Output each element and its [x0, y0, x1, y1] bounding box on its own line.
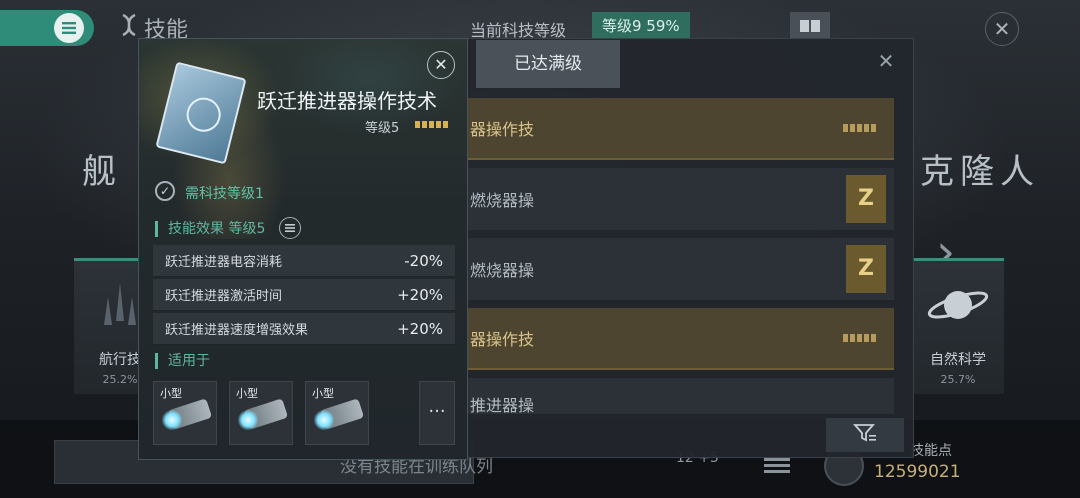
thruster-glow — [238, 410, 258, 430]
effect-label: 跃迁推进器速度增强效果 — [165, 323, 309, 338]
list-item-label: 燃烧器操 — [470, 191, 535, 210]
skill-points-value: 12599021 — [874, 462, 961, 482]
level-bars — [843, 124, 876, 132]
ship-slot[interactable]: 小型 — [153, 381, 217, 445]
effect-label: 跃迁推进器激活时间 — [165, 289, 283, 304]
menu-icon — [54, 13, 84, 43]
list-icon[interactable] — [764, 456, 790, 478]
ship-slot[interactable]: 小型 — [305, 381, 369, 445]
filter-button[interactable] — [826, 418, 904, 452]
skill-points-label: 技能点 — [910, 443, 952, 459]
skill-book-icon: Z — [846, 245, 886, 293]
category-card-science[interactable]: 自然科学 25.7% — [912, 258, 1004, 394]
skill-book-icon: Z — [846, 175, 886, 223]
effect-value: +20% — [397, 319, 443, 338]
category-card-progress: 25.7% — [940, 373, 976, 386]
thruster-glow — [314, 410, 334, 430]
close-icon[interactable]: ✕ — [427, 51, 455, 79]
effects-section-title: 技能效果 等级5 — [155, 221, 265, 237]
requirement-text: 需科技等级1 — [185, 186, 264, 202]
ship-slot[interactable]: 小型 — [229, 381, 293, 445]
list-item[interactable]: 燃烧器操 Z — [466, 168, 894, 230]
check-icon: ✓ — [155, 181, 175, 201]
effect-label: 跃迁推进器电容消耗 — [165, 255, 283, 270]
close-icon[interactable]: ✕ — [985, 12, 1019, 46]
menu-button[interactable] — [0, 10, 94, 46]
list-item[interactable]: 燃烧器操 Z — [466, 238, 894, 300]
list-detail-icon[interactable] — [279, 217, 301, 239]
level-bars — [415, 121, 448, 128]
list-item-label: 推进器操 — [470, 396, 535, 414]
close-icon[interactable]: ✕ — [870, 46, 902, 76]
tab-maxed[interactable]: 已达满级 — [476, 40, 620, 88]
effect-row: 跃迁推进器速度增强效果 +20% — [153, 313, 455, 345]
thruster-glow — [162, 410, 182, 430]
list-item[interactable]: 器操作技 — [466, 308, 894, 370]
applies-section-title: 适用于 — [155, 353, 210, 369]
more-ships-button[interactable]: ··· — [419, 381, 455, 445]
skill-name: 跃迁推进器操作技术 — [257, 89, 437, 113]
ship-size-label: 小型 — [312, 387, 334, 400]
skill-level: 等级5 — [365, 121, 400, 136]
skill-detail-popup: ✕ 跃迁推进器操作技术 等级5 ✓ 需科技等级1 技能效果 等级5 跃迁推进器电… — [138, 38, 468, 460]
category-heading-right: 克隆人 — [920, 152, 1040, 192]
list-item-label: 器操作技 — [470, 330, 535, 349]
list-item[interactable]: 推进器操 — [466, 378, 894, 414]
layout-toggle-icon[interactable] — [790, 12, 830, 40]
fleet-icon — [100, 281, 140, 335]
effect-value: +20% — [397, 285, 443, 304]
list-item-label: 燃烧器操 — [470, 261, 535, 280]
list-item-label: 器操作技 — [470, 120, 535, 139]
planet-icon — [926, 283, 990, 331]
filter-icon — [853, 423, 877, 447]
effect-row: 跃迁推进器激活时间 +20% — [153, 279, 455, 311]
effect-row: 跃迁推进器电容消耗 -20% — [153, 245, 455, 277]
list-item[interactable]: 器操作技 — [466, 98, 894, 160]
tech-level-badge[interactable]: 等级9 59% — [592, 12, 690, 40]
ship-size-label: 小型 — [160, 387, 182, 400]
level-bars — [843, 334, 876, 342]
ship-size-label: 小型 — [236, 387, 258, 400]
category-card-title: 自然科学 — [930, 352, 986, 368]
effect-value: -20% — [404, 251, 443, 270]
dna-icon — [120, 13, 138, 43]
